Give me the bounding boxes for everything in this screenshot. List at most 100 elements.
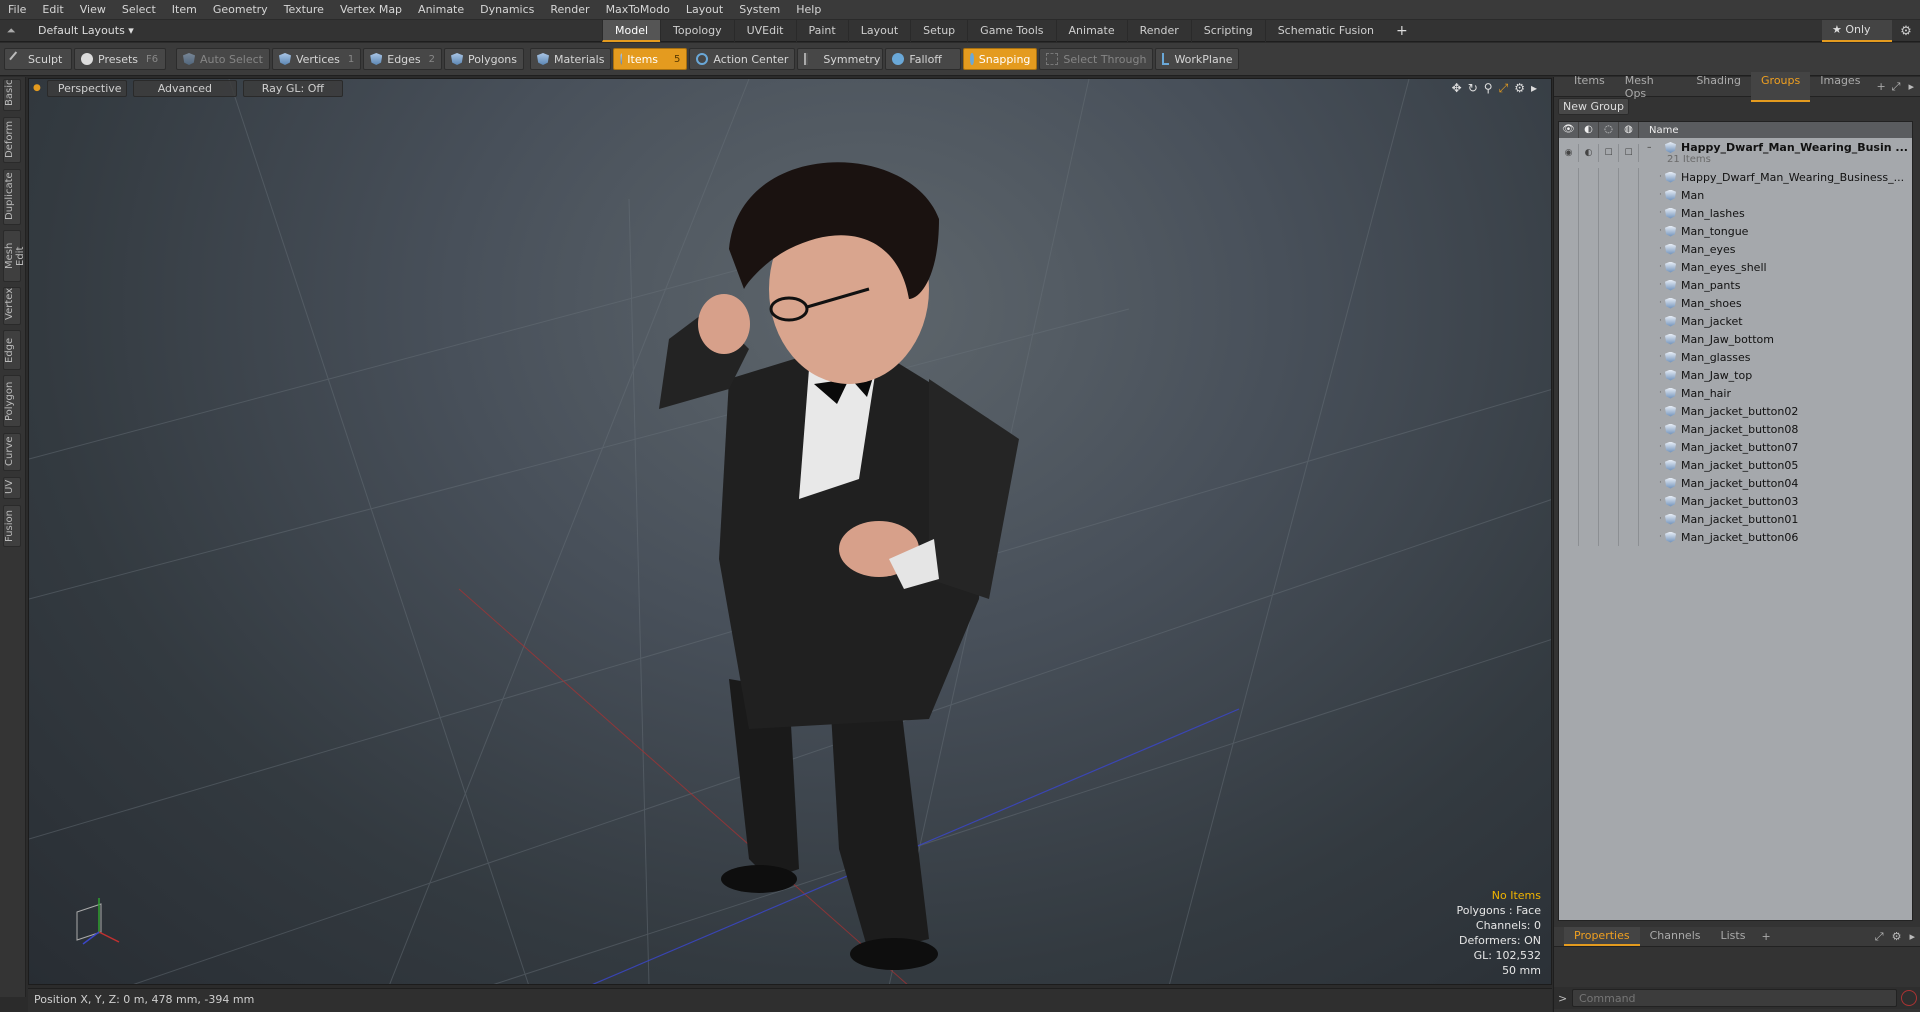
properties-tab-channels[interactable]: Channels xyxy=(1640,927,1711,946)
panel-tab-mesh-ops[interactable]: Mesh Ops xyxy=(1615,72,1687,102)
left-tab-deform[interactable]: Deform xyxy=(3,117,21,163)
left-tab-vertex[interactable]: Vertex xyxy=(3,287,21,325)
menu-item[interactable]: MaxToModo xyxy=(598,3,678,16)
group-item-row[interactable]: · Man_eyes xyxy=(1559,240,1912,258)
record-icon[interactable] xyxy=(1901,990,1917,1006)
lock-toggle-icon[interactable]: ◐ xyxy=(1579,144,1599,162)
sculpt-button[interactable]: Sculpt xyxy=(4,48,72,70)
group-item-row[interactable]: · Man_jacket_button06 xyxy=(1559,528,1912,546)
group-item-row[interactable]: · Man_pants xyxy=(1559,276,1912,294)
polygons-button[interactable]: Polygons xyxy=(444,48,524,70)
select-through-button[interactable]: Select Through xyxy=(1039,48,1154,70)
shading-mode-button[interactable]: Advanced xyxy=(132,79,237,97)
menu-item[interactable]: Help xyxy=(788,3,829,16)
action-center-button[interactable]: Action Center xyxy=(689,48,796,70)
add-properties-tab-button[interactable]: + xyxy=(1755,930,1776,943)
group-root-row[interactable]: ◉ ◐ ☐ ☐ – Happy_Dwarf_Man_Wearing_Busin .… xyxy=(1559,138,1912,168)
lock-column-icon[interactable]: ◐ xyxy=(1579,122,1599,138)
menu-item[interactable]: Dynamics xyxy=(472,3,542,16)
group-item-row[interactable]: · Man_lashes xyxy=(1559,204,1912,222)
new-group-button[interactable]: New Group xyxy=(1558,98,1629,115)
left-tab-curve[interactable]: Curve xyxy=(3,433,21,471)
render-column-icon[interactable]: ◍ xyxy=(1619,122,1639,138)
group-item-row[interactable]: · Happy_Dwarf_Man_Wearing_Business_... xyxy=(1559,168,1912,186)
expand-icon[interactable]: ⤢ xyxy=(1875,930,1884,944)
group-item-row[interactable]: · Man_Jaw_bottom xyxy=(1559,330,1912,348)
tab-topology[interactable]: Topology xyxy=(660,19,734,42)
tab-model[interactable]: Model xyxy=(602,19,661,42)
panel-tab-groups[interactable]: Groups xyxy=(1751,71,1811,102)
zoom-view-icon[interactable]: ⚲ xyxy=(1484,81,1493,96)
presets-button[interactable]: Presets F6 xyxy=(74,48,166,70)
panel-menu-icon[interactable]: ▸ xyxy=(1909,930,1915,944)
move-view-icon[interactable]: ✥ xyxy=(1452,81,1462,96)
view-type-button[interactable]: Perspective xyxy=(46,79,127,97)
tab-setup[interactable]: Setup xyxy=(910,19,967,42)
left-tab-basic[interactable]: Basic xyxy=(3,79,21,111)
group-item-row[interactable]: · Man_tongue xyxy=(1559,222,1912,240)
gear-icon[interactable]: ⚙ xyxy=(1892,930,1902,944)
tab-scripting[interactable]: Scripting xyxy=(1190,19,1265,42)
3d-viewport[interactable]: ● Perspective Advanced Ray GL: Off ✥ ↻ ⚲… xyxy=(28,78,1552,985)
menu-item[interactable]: Select xyxy=(114,3,164,16)
menu-item[interactable]: Layout xyxy=(678,3,731,16)
group-item-row[interactable]: · Man_jacket_button07 xyxy=(1559,438,1912,456)
group-item-row[interactable]: · Man_glasses xyxy=(1559,348,1912,366)
viewport-menu-icon[interactable]: ● xyxy=(33,83,41,93)
expand-icon[interactable]: ⤢ xyxy=(1892,80,1901,94)
menu-item[interactable]: File xyxy=(0,3,34,16)
menu-item[interactable]: Animate xyxy=(410,3,472,16)
panel-tab-shading[interactable]: Shading xyxy=(1686,72,1751,102)
tab-render[interactable]: Render xyxy=(1126,19,1191,42)
command-input[interactable] xyxy=(1572,989,1897,1007)
group-item-row[interactable]: · Man_Jaw_top xyxy=(1559,366,1912,384)
visibility-column-icon[interactable]: 👁 xyxy=(1559,122,1579,138)
menu-item[interactable]: Render xyxy=(542,3,597,16)
gear-icon[interactable]: ⚙ xyxy=(1892,24,1920,39)
workplane-button[interactable]: WorkPlane xyxy=(1155,48,1240,70)
tab-paint[interactable]: Paint xyxy=(795,19,848,42)
left-tab-duplicate[interactable]: Duplicate xyxy=(3,169,21,225)
checkbox[interactable]: ☐ xyxy=(1619,144,1639,162)
left-tab-uv[interactable]: UV xyxy=(3,477,21,499)
menu-item[interactable]: Vertex Map xyxy=(332,3,410,16)
group-item-row[interactable]: · Man_hair xyxy=(1559,384,1912,402)
snapping-button[interactable]: Snapping xyxy=(963,48,1038,70)
group-item-row[interactable]: · Man_jacket xyxy=(1559,312,1912,330)
group-item-row[interactable]: · Man xyxy=(1559,186,1912,204)
tab-game-tools[interactable]: Game Tools xyxy=(967,19,1055,42)
viewport-options-icon[interactable]: ⚙ xyxy=(1514,81,1525,96)
left-tab-edge[interactable]: Edge xyxy=(3,330,21,370)
group-item-row[interactable]: · Man_jacket_button05 xyxy=(1559,456,1912,474)
menu-item[interactable]: Geometry xyxy=(205,3,276,16)
name-column-header[interactable]: Name xyxy=(1639,125,1679,136)
select-column-icon[interactable]: ◌ xyxy=(1599,122,1619,138)
group-item-row[interactable]: · Man_eyes_shell xyxy=(1559,258,1912,276)
panel-tab-images[interactable]: Images xyxy=(1810,72,1870,102)
items-button[interactable]: Items 5 xyxy=(613,48,688,70)
add-tab-button[interactable]: + xyxy=(1386,23,1418,39)
group-item-row[interactable]: · Man_jacket_button02 xyxy=(1559,402,1912,420)
group-item-row[interactable]: · Man_jacket_button03 xyxy=(1559,492,1912,510)
only-toggle[interactable]: ★ Only xyxy=(1822,20,1892,42)
group-item-row[interactable]: · Man_jacket_button01 xyxy=(1559,510,1912,528)
falloff-button[interactable]: Falloff xyxy=(885,48,962,70)
menu-item[interactable]: View xyxy=(72,3,114,16)
add-panel-tab-button[interactable]: + xyxy=(1870,80,1891,93)
panel-tab-items[interactable]: Items xyxy=(1564,72,1615,102)
left-tab-mesh-edit[interactable]: Mesh Edit xyxy=(3,230,26,282)
vertices-button[interactable]: Vertices 1 xyxy=(271,48,362,70)
visibility-toggle-icon[interactable]: ◉ xyxy=(1559,144,1579,162)
rotate-view-icon[interactable]: ↻ xyxy=(1468,81,1478,96)
materials-button[interactable]: Materials xyxy=(530,48,612,70)
symmetry-button[interactable]: Symmetry xyxy=(797,48,884,70)
tab-layout[interactable]: Layout xyxy=(847,19,910,42)
menu-item[interactable]: System xyxy=(731,3,788,16)
menu-item[interactable]: Item xyxy=(164,3,205,16)
auto-select-button[interactable]: Auto Select xyxy=(176,48,270,70)
group-item-row[interactable]: · Man_jacket_button08 xyxy=(1559,420,1912,438)
groups-list[interactable]: 👁 ◐ ◌ ◍ Name ◉ ◐ ☐ ☐ – Happy_Dwarf_Man_We… xyxy=(1558,121,1913,921)
checkbox[interactable]: ☐ xyxy=(1599,144,1619,162)
menu-item[interactable]: Edit xyxy=(34,3,71,16)
panel-menu-icon[interactable]: ▸ xyxy=(1908,80,1914,94)
